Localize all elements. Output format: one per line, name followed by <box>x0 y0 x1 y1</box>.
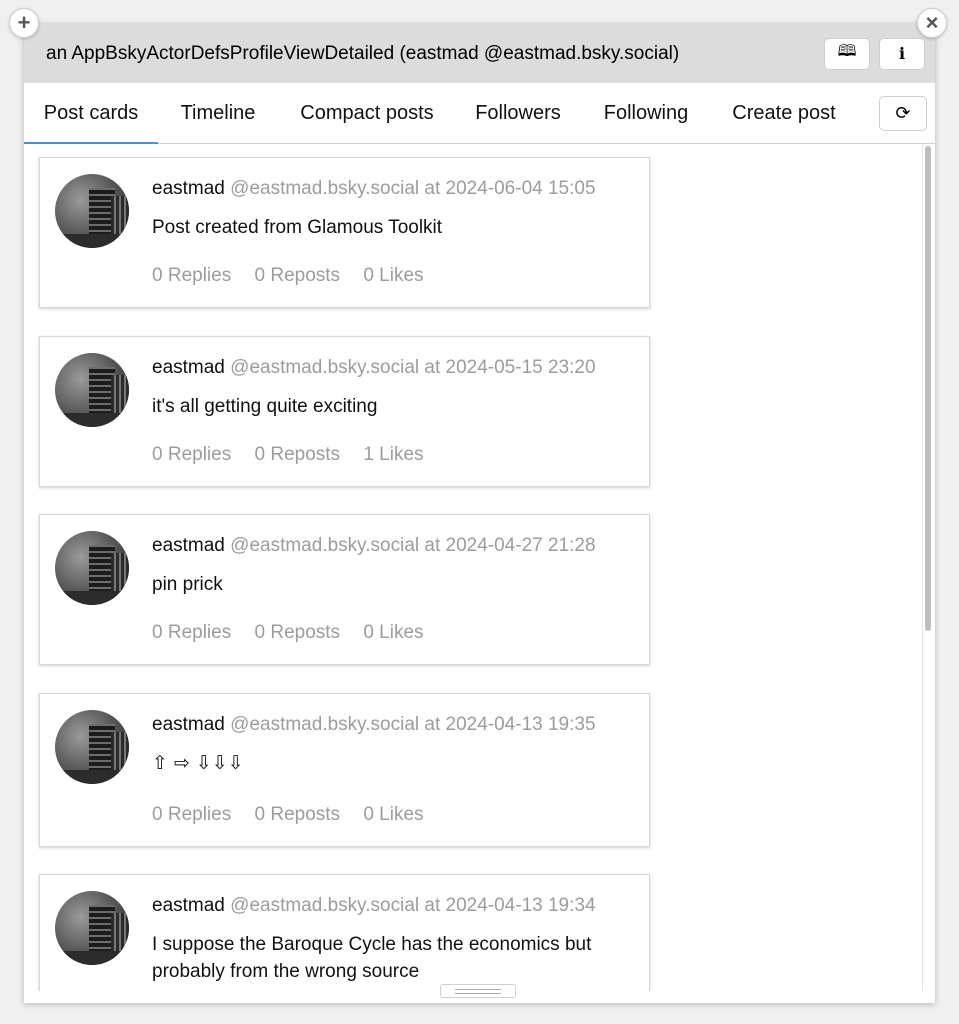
replies-count[interactable]: 0 Replies <box>152 265 231 286</box>
reposts-count[interactable]: 0 Reposts <box>255 804 341 825</box>
post-date: at 2024-06-04 15:05 <box>424 178 596 199</box>
info-button[interactable]: i <box>879 37 925 70</box>
avatar[interactable] <box>55 353 129 427</box>
likes-count[interactable]: 1 Likes <box>363 444 423 465</box>
post-text: it's all getting quite exciting <box>152 396 378 417</box>
tab-label: Following <box>603 102 689 124</box>
post-stats: 0 Replies 0 Reposts 0 Likes <box>152 265 442 287</box>
tab-label: Timeline <box>180 102 256 124</box>
refresh-button[interactable]: ⟳ <box>879 96 927 131</box>
replies-count[interactable]: 0 Replies <box>152 804 231 825</box>
close-icon: × <box>925 10 939 35</box>
reposts-count[interactable]: 0 Reposts <box>255 622 341 643</box>
inspector-window: an AppBskyActorDefsProfileViewDetailed (… <box>24 24 935 1003</box>
replies-count[interactable]: 0 Replies <box>152 444 231 465</box>
author-handle[interactable]: @eastmad.bsky.social <box>230 895 419 916</box>
post-text: Post created from Glamous Toolkit <box>152 217 443 238</box>
tab-label: Compact posts <box>300 102 434 124</box>
scrollbar-thumb[interactable] <box>925 146 931 631</box>
author-handle[interactable]: @eastmad.bsky.social <box>230 535 419 556</box>
tab-create-post[interactable]: Create post <box>728 83 840 144</box>
plus-icon: + <box>17 10 31 35</box>
post-header: eastmad @eastmad.bsky.social at 2024-04-… <box>152 895 596 917</box>
author-name[interactable]: eastmad <box>152 714 225 735</box>
post-date: at 2024-04-13 19:35 <box>424 714 596 735</box>
refresh-icon: ⟳ <box>895 103 911 123</box>
post-stats: 0 Replies 0 Reposts 0 Likes <box>152 804 442 826</box>
post-card[interactable]: eastmad @eastmad.bsky.social at 2024-04-… <box>39 874 650 991</box>
tab-bar: Post cards Timeline Compact posts Follow… <box>24 83 935 145</box>
post-text: I suppose the Baroque Cycle has the econ… <box>152 934 592 982</box>
reposts-count[interactable]: 0 Reposts <box>255 444 341 465</box>
post-header: eastmad @eastmad.bsky.social at 2024-04-… <box>152 535 596 557</box>
author-name[interactable]: eastmad <box>152 895 225 916</box>
info-icon: i <box>898 44 906 63</box>
author-name[interactable]: eastmad <box>152 178 225 199</box>
post-card[interactable]: eastmad @eastmad.bsky.social at 2024-05-… <box>39 336 650 487</box>
tab-label: Followers <box>475 102 561 124</box>
author-handle[interactable]: @eastmad.bsky.social <box>230 714 419 735</box>
reposts-count[interactable]: 0 Reposts <box>255 265 341 286</box>
likes-count[interactable]: 0 Likes <box>363 622 423 643</box>
avatar[interactable] <box>55 891 129 965</box>
resize-handle[interactable] <box>440 984 516 998</box>
author-name[interactable]: eastmad <box>152 357 225 378</box>
author-handle[interactable]: @eastmad.bsky.social <box>230 178 419 199</box>
post-header: eastmad @eastmad.bsky.social at 2024-04-… <box>152 714 596 736</box>
author-handle[interactable]: @eastmad.bsky.social <box>230 357 419 378</box>
scrollbar-track <box>922 144 923 991</box>
tab-followers[interactable]: Followers <box>469 83 567 144</box>
post-list[interactable]: eastmad @eastmad.bsky.social at 2024-06-… <box>24 144 935 991</box>
tab-label: Post cards <box>43 102 139 124</box>
title-bar: an AppBskyActorDefsProfileViewDetailed (… <box>24 24 935 83</box>
post-header: eastmad @eastmad.bsky.social at 2024-05-… <box>152 357 596 379</box>
tab-post-cards[interactable]: Post cards <box>24 83 158 145</box>
likes-count[interactable]: 0 Likes <box>363 804 423 825</box>
book-button[interactable]: 🕮 <box>824 37 870 70</box>
book-icon: 🕮 <box>837 43 857 60</box>
post-stats: 0 Replies 0 Reposts 1 Likes <box>152 444 442 466</box>
post-card[interactable]: eastmad @eastmad.bsky.social at 2024-04-… <box>39 514 650 665</box>
tab-timeline[interactable]: Timeline <box>172 83 264 144</box>
tab-following[interactable]: Following <box>596 83 696 144</box>
post-date: at 2024-04-13 19:34 <box>424 895 596 916</box>
avatar[interactable] <box>55 174 129 248</box>
author-name[interactable]: eastmad <box>152 535 225 556</box>
post-card[interactable]: eastmad @eastmad.bsky.social at 2024-04-… <box>39 693 650 847</box>
window-title: an AppBskyActorDefsProfileViewDetailed (… <box>46 42 680 64</box>
tab-label: Create post <box>732 102 836 124</box>
post-date: at 2024-04-27 21:28 <box>424 535 596 556</box>
post-text: pin prick <box>152 574 223 595</box>
close-button[interactable]: × <box>917 8 947 38</box>
replies-count[interactable]: 0 Replies <box>152 622 231 643</box>
post-text: ⇧ ⇨ ⇩⇩⇩ <box>152 752 244 774</box>
avatar[interactable] <box>55 531 129 605</box>
post-stats: 0 Replies 0 Reposts 0 Likes <box>152 622 442 644</box>
likes-count[interactable]: 0 Likes <box>363 265 423 286</box>
post-date: at 2024-05-15 23:20 <box>424 357 596 378</box>
avatar[interactable] <box>55 710 129 784</box>
post-header: eastmad @eastmad.bsky.social at 2024-06-… <box>152 178 596 200</box>
post-card[interactable]: eastmad @eastmad.bsky.social at 2024-06-… <box>39 157 650 308</box>
tab-compact-posts[interactable]: Compact posts <box>292 83 442 144</box>
add-button[interactable]: + <box>9 8 39 38</box>
